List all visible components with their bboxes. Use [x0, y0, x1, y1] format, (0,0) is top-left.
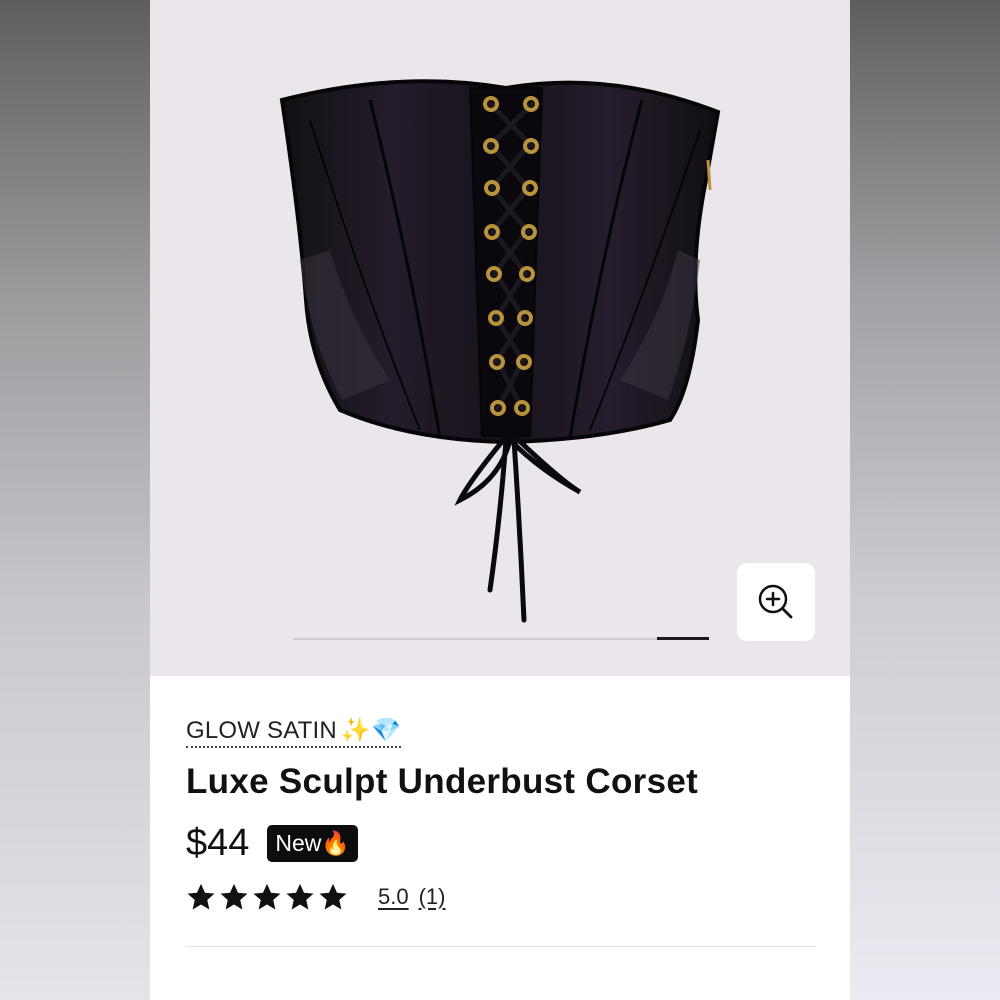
brand-emojis: ✨💎: [340, 717, 402, 744]
rating-value[interactable]: 5.0: [378, 884, 409, 910]
star-icon: [220, 883, 248, 910]
zoom-in-icon: [758, 584, 793, 619]
product-title: Luxe Sculpt Underbust Corset: [186, 762, 699, 801]
star-icon: [253, 883, 281, 910]
zoom-button[interactable]: [737, 563, 815, 641]
divider: [186, 946, 816, 947]
gallery-pager[interactable]: [293, 637, 709, 640]
rating-row[interactable]: 5.0 (1): [186, 882, 445, 912]
product-image-corset: [279, 79, 721, 623]
price-row: $44 New🔥: [186, 822, 359, 865]
star-icon: [187, 883, 215, 910]
product-price: $44: [186, 822, 250, 864]
star-rating: [186, 882, 348, 912]
brand-link[interactable]: GLOW SATIN ✨💎: [186, 716, 402, 748]
star-icon: [286, 883, 314, 910]
product-image-gallery[interactable]: [150, 0, 850, 676]
gallery-pager-active-indicator: [657, 637, 709, 640]
brand-name: GLOW SATIN: [186, 716, 337, 744]
rating-count[interactable]: (1): [419, 884, 446, 910]
brand-row: GLOW SATIN ✨💎: [186, 716, 402, 748]
product-page: GLOW SATIN ✨💎 Luxe Sculpt Underbust Cors…: [150, 0, 850, 1000]
new-badge: New🔥: [267, 825, 359, 862]
blurred-background-right: [850, 0, 1000, 1000]
blurred-background-left: [0, 0, 150, 1000]
star-icon: [319, 883, 347, 910]
